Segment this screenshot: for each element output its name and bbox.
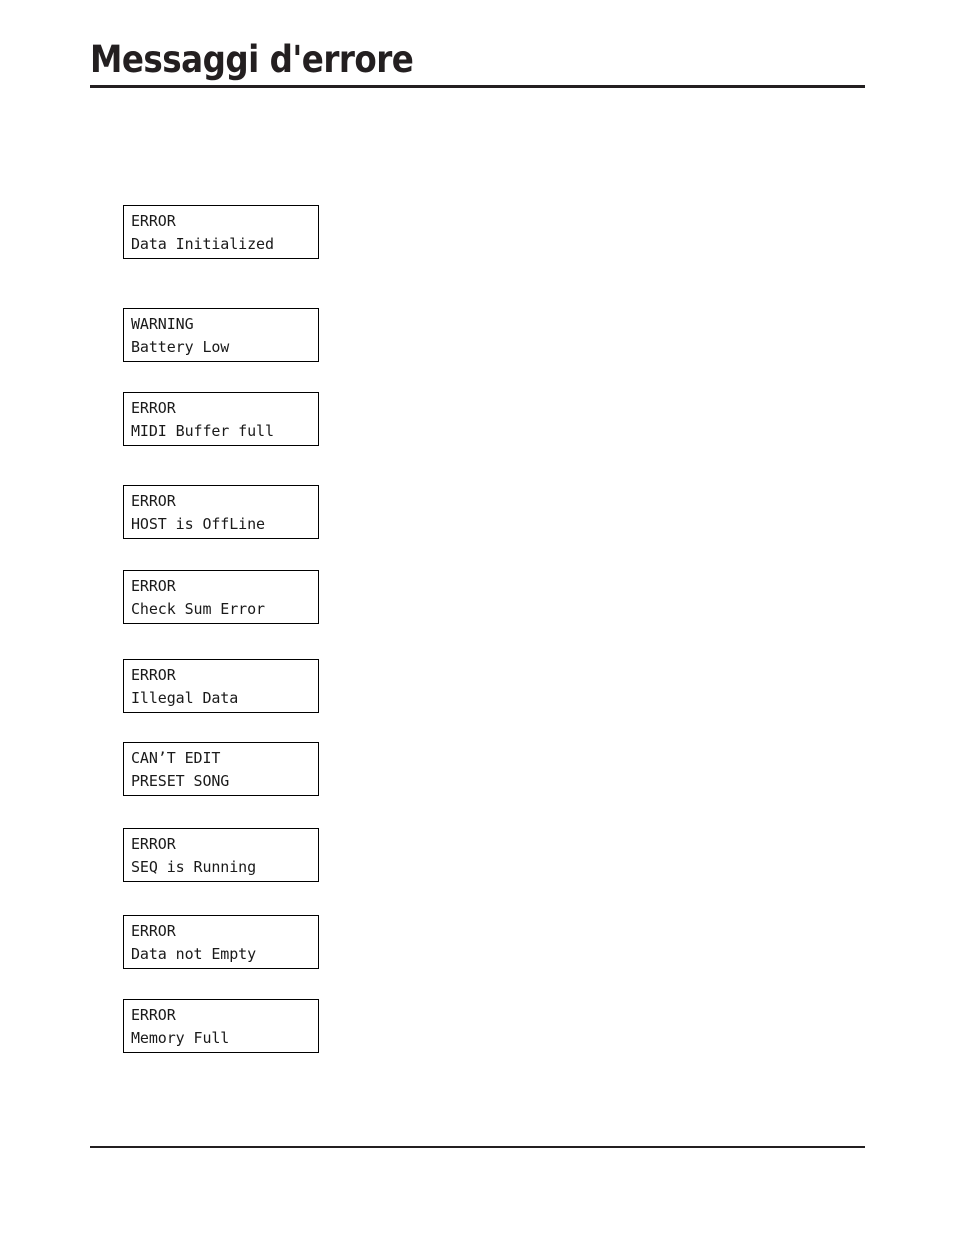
lcd-line-2: HOST is OffLine — [131, 515, 265, 533]
lcd-display-box: ERROR Data not Empty — [123, 915, 319, 969]
lcd-line-2: Data Initialized — [131, 235, 274, 253]
lcd-line-1: ERROR — [131, 835, 176, 853]
lcd-display-box: ERROR Check Sum Error — [123, 570, 319, 624]
lcd-display-box: ERROR HOST is OffLine — [123, 485, 319, 539]
lcd-line-1: ERROR — [131, 492, 176, 510]
lcd-line-1: ERROR — [131, 666, 176, 684]
lcd-line-1: ERROR — [131, 212, 176, 230]
lcd-line-2: Memory Full — [131, 1029, 230, 1047]
lcd-display-box: ERROR Data Initialized — [123, 205, 319, 259]
lcd-line-2: Check Sum Error — [131, 600, 265, 618]
lcd-display-box: ERROR MIDI Buffer full — [123, 392, 319, 446]
lcd-display-box: CAN’T EDIT PRESET SONG — [123, 742, 319, 796]
lcd-line-2: Illegal Data — [131, 689, 239, 707]
lcd-line-1: ERROR — [131, 1006, 176, 1024]
lcd-line-2: Battery Low — [131, 338, 230, 356]
lcd-line-1: CAN’T EDIT — [131, 749, 221, 767]
lcd-display-box: ERROR Memory Full — [123, 999, 319, 1053]
lcd-display-box: ERROR SEQ is Running — [123, 828, 319, 882]
lcd-line-1: ERROR — [131, 922, 176, 940]
lcd-display-box: ERROR Illegal Data — [123, 659, 319, 713]
lcd-message-list: ERROR Data Initialized WARNING Battery Low E… — [0, 0, 954, 1235]
lcd-line-2: SEQ is Running — [131, 858, 257, 876]
lcd-line-2: Data not Empty — [131, 945, 257, 963]
lcd-line-2: MIDI Buffer full — [131, 422, 274, 440]
lcd-line-1: ERROR — [131, 577, 176, 595]
lcd-line-1: WARNING — [131, 315, 194, 333]
lcd-line-1: ERROR — [131, 399, 176, 417]
lcd-line-2: PRESET SONG — [131, 772, 230, 790]
lcd-display-box: WARNING Battery Low — [123, 308, 319, 362]
